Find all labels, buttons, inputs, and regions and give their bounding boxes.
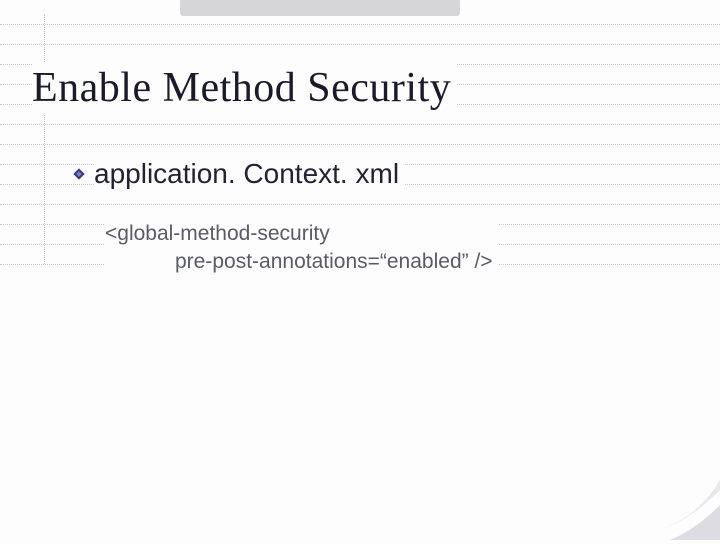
slide-title: Enable Method Security [32,62,457,114]
corner-accent [600,460,720,540]
bullet-label: application. Context. xml [94,158,405,190]
code-line-2: pre-post-annotations=“enabled” /> [105,248,493,276]
code-line-1: <global-method-security [105,220,493,248]
bullet-item: application. Context. xml [72,158,405,190]
diamond-bullet-icon [72,167,86,181]
code-snippet: <global-method-security pre-post-annotat… [105,218,499,279]
margin-rule [44,14,45,264]
